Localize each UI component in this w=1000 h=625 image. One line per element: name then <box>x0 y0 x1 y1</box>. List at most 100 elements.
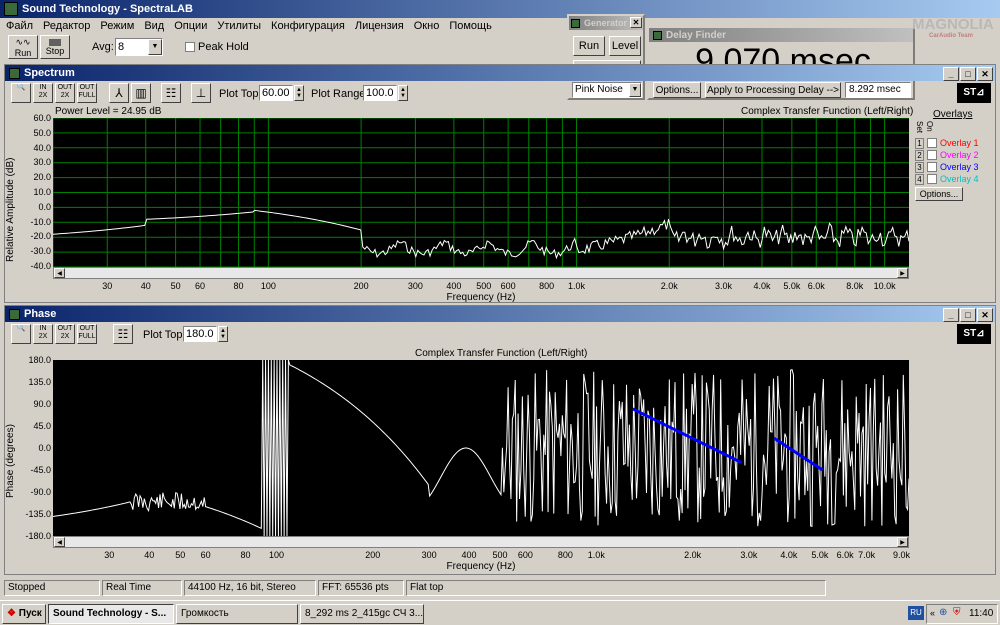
overlay-checkbox[interactable] <box>927 174 937 184</box>
y-tick-label: 10.0 <box>33 187 51 197</box>
st-logo-icon: ST⊿ <box>957 324 991 344</box>
spectrum-xlabel: Frequency (Hz) <box>446 292 516 303</box>
overlays-panel: Overlays Set On 1 Overlay 1 2 Overlay 2 3 Ove… <box>913 105 995 205</box>
menu-item[interactable]: Помощь <box>449 20 492 32</box>
generator-level-button[interactable]: Level <box>609 36 641 56</box>
cursor-icon[interactable]: ⊥ <box>191 83 211 103</box>
zoom-out-2x-icon[interactable]: OUT 2X <box>55 83 75 103</box>
zoom-in-2x-icon[interactable]: IN 2X <box>33 83 53 103</box>
x-tick-label: 6.0k <box>836 550 854 560</box>
stop-button[interactable]: Stop <box>40 35 70 59</box>
minimize-icon[interactable]: _ <box>943 308 959 322</box>
zoom-icon[interactable]: 🔍 <box>11 324 31 344</box>
task-spectralab[interactable]: Sound Technology - S... <box>48 604 174 624</box>
x-tick-label: 1.0k <box>567 281 585 291</box>
security-shield-icon[interactable]: ⛨ <box>953 607 961 618</box>
zoom-in-2x-icon[interactable]: IN 2X <box>33 324 53 344</box>
settings-panel-icon[interactable]: ☷ <box>161 83 181 103</box>
x-tick-label: 100 <box>260 281 276 291</box>
y-tick-label: -30.0 <box>30 246 51 257</box>
phase-plot-top-spinner[interactable]: ▲ ▼ <box>218 326 228 342</box>
overlay-checkbox[interactable] <box>927 162 937 172</box>
x-tick-label: 80 <box>233 281 244 291</box>
task-image[interactable]: 8_292 ms 2_415gc СЧ 3... <box>300 604 424 624</box>
overlay-row[interactable]: 2 Overlay 2 <box>915 149 979 161</box>
overlay-row[interactable]: 1 Overlay 1 <box>915 137 979 149</box>
status-cell: Stopped <box>4 580 100 596</box>
phase-scrollbar[interactable]: ◀ ▶ <box>53 536 909 548</box>
menu-item[interactable]: Конфигурация <box>271 20 345 32</box>
overlay-row[interactable]: 4 Overlay 4 <box>915 173 979 185</box>
menu-item[interactable]: Окно <box>414 20 440 32</box>
y-tick-label: -40.0 <box>30 261 51 271</box>
bar-plot-icon[interactable]: ▥ <box>131 83 151 103</box>
scroll-left-icon[interactable]: ◀ <box>54 537 65 547</box>
power-level: Power Level = 24.95 dB <box>55 106 162 117</box>
scroll-right-icon[interactable]: ▶ <box>897 537 908 547</box>
x-tick-label: 400 <box>461 550 477 560</box>
run-button[interactable]: ∿∿ Run <box>8 35 38 59</box>
menu-item[interactable]: Утилиты <box>217 20 261 32</box>
y-tick-label: -135.0 <box>25 509 51 519</box>
close-icon[interactable]: ✕ <box>630 17 642 28</box>
plot-range-input[interactable]: 100.0 <box>363 85 397 101</box>
phase-title: Phase <box>24 308 57 320</box>
overlay-set-button[interactable]: 3 <box>915 161 924 173</box>
menu-item[interactable]: Файл <box>6 20 33 32</box>
spectrum-x-axis: 30 40 50 60 80 100 200 300 400 500 600 800 1.0k 2.0k 3… <box>53 281 909 291</box>
zoom-out-2x-icon[interactable]: OUT 2X <box>55 324 75 344</box>
avg-select[interactable]: 8 ▼ <box>115 38 163 56</box>
x-tick-label: 5.0k <box>783 281 801 291</box>
close-icon[interactable]: ✕ <box>977 67 993 81</box>
peak-hold-checkbox[interactable] <box>185 42 195 52</box>
scroll-right-icon[interactable]: ▶ <box>897 268 908 278</box>
overlay-row[interactable]: 3 Overlay 3 <box>915 161 979 173</box>
overlay-set-button[interactable]: 4 <box>915 173 924 185</box>
generator-run-button[interactable]: Run <box>573 36 605 56</box>
start-button[interactable]: ❖ Пуск <box>2 604 46 624</box>
plot-top-spinner[interactable]: ▲ ▼ <box>294 85 304 101</box>
language-indicator[interactable]: RU <box>908 606 924 620</box>
overlay-set-button[interactable]: 1 <box>915 137 924 149</box>
menu-item[interactable]: Лицензия <box>355 20 404 32</box>
overlay-set-button[interactable]: 2 <box>915 149 924 161</box>
menu-item[interactable]: Редактор <box>43 20 90 32</box>
network-icon[interactable]: ⊕ <box>939 607 947 618</box>
minimize-icon[interactable]: _ <box>943 67 959 81</box>
close-icon[interactable]: ✕ <box>977 308 993 322</box>
maximize-icon[interactable]: □ <box>960 308 976 322</box>
overlay-checkbox[interactable] <box>927 138 937 148</box>
tray-expand-icon[interactable]: « <box>930 608 935 618</box>
spectrum-scrollbar[interactable]: ◀ ▶ <box>53 267 909 279</box>
plot-range-label: Plot Range: <box>311 88 369 100</box>
menu-item[interactable]: Вид <box>144 20 164 32</box>
menu-item[interactable]: Опции <box>174 20 207 32</box>
maximize-icon[interactable]: □ <box>960 67 976 81</box>
zoom-out-full-icon[interactable]: OUT FULL <box>77 83 97 103</box>
overlay-label: Overlay 3 <box>940 162 979 172</box>
phase-plot-top-input[interactable]: 180.0 <box>183 326 217 342</box>
y-tick-label: -90.0 <box>30 487 51 497</box>
line-plot-icon[interactable]: ⅄ <box>109 83 129 103</box>
plot-top-input[interactable]: 60.00 <box>259 85 293 101</box>
y-tick-label: 90.0 <box>33 399 51 409</box>
scroll-left-icon[interactable]: ◀ <box>54 268 65 278</box>
task-volume[interactable]: Громкость <box>176 604 298 624</box>
menu-item[interactable]: Режим <box>100 20 134 32</box>
overlays-options-button[interactable]: Options... <box>915 187 963 201</box>
status-bar: Stopped Real Time 44100 Hz, 16 bit, Stereo… <box>4 580 996 596</box>
plot-range-spinner[interactable]: ▲ ▼ <box>398 85 408 101</box>
overlay-checkbox[interactable] <box>927 150 937 160</box>
app-title: Sound Technology - SpectraLAB <box>22 3 193 15</box>
avg-label: Avg: <box>92 41 114 53</box>
settings-panel-icon[interactable]: ☷ <box>113 324 133 344</box>
main-toolbar: ∿∿ Run Stop Avg: 8 ▼ Peak Hold <box>0 34 560 60</box>
zoom-icon[interactable]: 🔍 <box>11 83 31 103</box>
avg-value: 8 <box>118 41 125 53</box>
x-tick-label: 60 <box>194 281 206 291</box>
x-tick-label: 200 <box>353 281 369 291</box>
overlay-label: Overlay 2 <box>940 150 979 160</box>
zoom-out-full-icon[interactable]: OUT FULL <box>77 324 97 344</box>
chevron-down-icon[interactable]: ▼ <box>148 39 162 55</box>
x-tick-label: 50 <box>170 281 181 291</box>
